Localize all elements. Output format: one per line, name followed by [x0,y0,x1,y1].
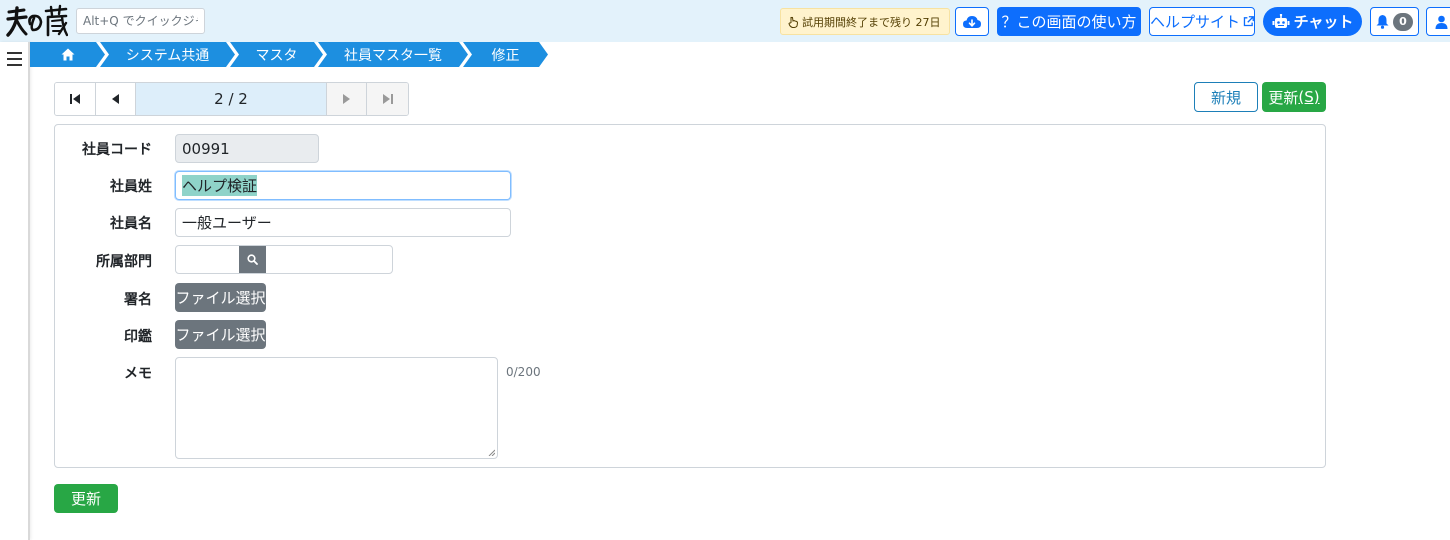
signature-file-button[interactable]: ファイル選択 [175,283,266,312]
trial-notice: 試用期間終了まで残り 27日 [780,8,950,35]
resize-grip-icon[interactable] [488,449,495,456]
first-name-label: 社員名 [110,216,152,232]
pointer-hand-icon [788,16,799,28]
bottom-update-label: 更新 [70,490,101,508]
next-page-icon [342,94,350,104]
last-record-button[interactable] [367,83,408,115]
bottom-update-button[interactable]: 更新 [54,484,118,513]
employee-form: 社員コード 00991 社員姓 ヘルプ検証 社員名 一般ユーザー 所属部門 署名… [54,124,1326,468]
breadcrumb-home[interactable] [30,42,105,67]
department-code-field[interactable] [176,246,239,273]
record-pager: 2 / 2 [54,82,409,116]
last-name-value: ヘルプ検証 [182,175,258,196]
prev-record-button[interactable] [95,83,137,115]
helpsite-label: ヘルプサイト [1150,13,1241,31]
first-name-field[interactable]: 一般ユーザー [175,208,511,237]
breadcrumb-item-employee-list[interactable]: 社員マスタ一覧 [318,42,468,67]
new-button[interactable]: 新規 [1194,82,1258,112]
home-icon [61,48,75,61]
cloud-download-button[interactable] [955,7,989,36]
seal-file-button[interactable]: ファイル選択 [175,320,266,349]
employee-code-value: 00991 [182,139,230,158]
trial-notice-text: 試用期間終了まで残り 27日 [802,15,941,29]
usage-guide-label: ？この画面の使い方 [1001,13,1137,31]
breadcrumb-label: 修正 [491,47,520,64]
usage-guide-button[interactable]: ？この画面の使い方 [997,7,1141,36]
breadcrumb-item-system-common[interactable]: システム共通 [100,42,235,67]
notifications-button[interactable]: 0 [1370,7,1419,36]
breadcrumb-label: マスタ [255,47,298,64]
search-icon [247,254,258,265]
last-name-field[interactable]: ヘルプ検証 [175,171,511,200]
robot-icon [1272,14,1290,28]
quickjump-input[interactable] [76,8,205,34]
breadcrumb-item-edit: 修正 [463,42,548,67]
memo-char-counter: 0/200 [506,365,541,379]
first-name-value: 一般ユーザー [182,214,272,232]
department-name-field[interactable] [266,246,392,273]
update-button-label: 更新 [1268,88,1299,107]
employee-code-label: 社員コード [82,142,152,158]
first-page-icon [69,94,80,104]
last-page-icon [382,94,393,104]
memo-label: メモ [124,366,152,382]
last-name-label: 社員姓 [110,179,152,195]
next-record-button[interactable] [326,83,368,115]
external-link-icon [1243,16,1254,27]
seal-file-label: ファイル選択 [175,326,266,344]
department-label: 所属部門 [96,254,152,270]
first-record-button[interactable] [55,83,96,115]
record-position: 2 / 2 [136,83,327,115]
user-menu-button[interactable] [1426,7,1450,36]
notification-count-badge: 0 [1393,12,1413,31]
employee-code-field: 00991 [175,134,319,163]
chat-label: チャット [1293,13,1354,31]
bell-icon [1376,15,1389,29]
new-button-label: 新規 [1210,88,1241,107]
hamburger-menu-icon[interactable] [7,52,22,66]
department-picker [175,245,393,274]
user-icon [1435,15,1448,29]
memo-textarea[interactable] [175,357,498,459]
update-shortcut-key: (S) [1298,88,1320,106]
helpsite-button[interactable]: ヘルプサイト [1149,7,1255,36]
seal-label: 印鑑 [124,329,152,345]
side-rail [0,42,30,540]
logo-calligraphy-icon [6,4,68,37]
signature-file-label: ファイル選択 [175,289,266,307]
update-button[interactable]: 更新 (S) [1262,82,1326,112]
breadcrumb-label: 社員マスタ一覧 [344,47,442,64]
cloud-download-icon [963,15,981,28]
department-search-button[interactable] [239,246,266,273]
signature-label: 署名 [124,292,152,308]
top-header: 試用期間終了まで残り 27日 ？この画面の使い方 ヘルプサイト チャット [0,0,1450,42]
breadcrumb-label: システム共通 [125,47,210,64]
breadcrumb-item-master[interactable]: マスタ [230,42,323,67]
app-logo[interactable] [6,4,68,38]
chat-button[interactable]: チャット [1263,7,1362,36]
prev-page-icon [112,94,120,104]
